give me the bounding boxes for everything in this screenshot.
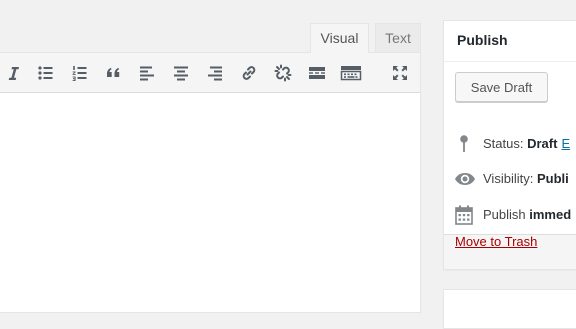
fullscreen-button[interactable]	[388, 62, 412, 84]
save-draft-button[interactable]: Save Draft	[455, 72, 548, 102]
read-more-button[interactable]	[305, 62, 329, 84]
editor-content-area[interactable]	[0, 93, 421, 313]
editor-toolbar	[0, 52, 421, 93]
next-metabox	[443, 289, 576, 329]
unlink-icon	[274, 64, 292, 82]
blockquote-icon	[107, 68, 120, 77]
align-right-icon	[208, 66, 222, 81]
remove-link-button[interactable]	[271, 62, 295, 84]
publish-label: Publish	[483, 207, 526, 222]
pin-icon	[460, 135, 468, 152]
bulleted-list-icon	[38, 66, 53, 80]
tab-text[interactable]: Text	[375, 23, 421, 53]
eye-icon	[455, 173, 475, 185]
align-left-button[interactable]	[135, 62, 159, 84]
publish-box-title: Publish	[457, 32, 508, 48]
keyboard-icon	[340, 66, 362, 81]
read-more-icon	[309, 67, 325, 79]
publish-schedule-value: immed	[529, 207, 572, 222]
calendar-icon	[455, 205, 473, 225]
align-center-button[interactable]	[169, 62, 193, 84]
move-to-trash-link[interactable]: Move to Trash	[455, 234, 537, 249]
numbered-list-icon	[72, 66, 87, 81]
link-icon	[242, 66, 256, 80]
edit-status-link[interactable]: E	[561, 136, 570, 151]
align-left-icon	[140, 66, 154, 81]
tab-visual[interactable]: Visual	[310, 23, 369, 53]
align-right-button[interactable]	[203, 62, 227, 84]
italic-icon	[8, 67, 19, 80]
align-center-icon	[174, 66, 188, 81]
blockquote-button[interactable]	[102, 62, 126, 84]
visibility-value: Publi	[536, 171, 569, 186]
publish-box: Publish Save Draft Status: Draft E Visibi…	[443, 20, 576, 270]
status-value: Draft	[527, 136, 558, 151]
numbered-list-button[interactable]	[68, 62, 92, 84]
visibility-label: Visibility:	[483, 171, 534, 186]
italic-button[interactable]	[2, 62, 26, 84]
bulleted-list-button[interactable]	[34, 62, 58, 84]
publish-header-divider	[444, 61, 576, 62]
fullscreen-icon	[393, 66, 407, 80]
status-label: Status:	[483, 136, 524, 151]
insert-link-button[interactable]	[237, 62, 261, 84]
toolbar-toggle-button[interactable]	[339, 62, 363, 84]
